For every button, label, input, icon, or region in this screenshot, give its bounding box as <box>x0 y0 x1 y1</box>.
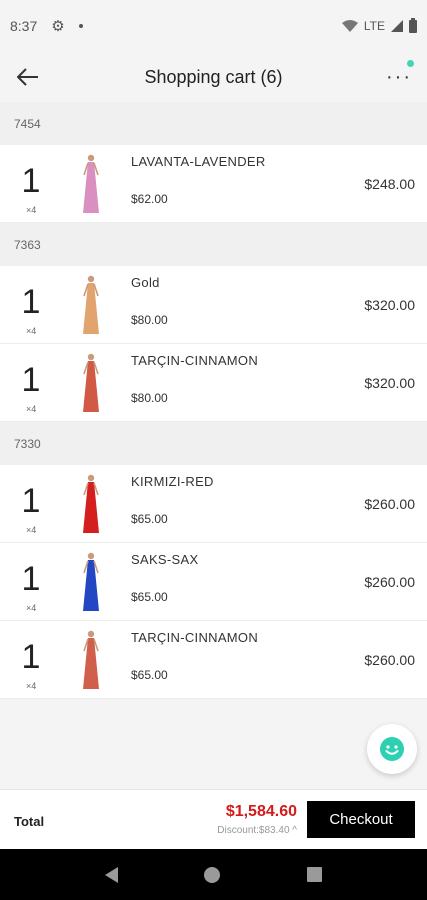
gear-icon: ⚙ <box>51 18 65 35</box>
cart-item[interactable]: 1 ×4 KIRMIZI-RED $65.00 $260.00 <box>0 465 427 543</box>
dress-image <box>83 630 99 689</box>
dress-image <box>83 474 99 533</box>
dress-image <box>83 353 99 412</box>
product-info: KIRMIZI-RED $65.00 <box>120 465 364 542</box>
line-total: $260.00 <box>364 651 415 668</box>
product-info: LAVANTA-LAVENDER $62.00 <box>120 145 364 222</box>
product-name: KIRMIZI-RED <box>131 474 214 489</box>
dress-image <box>83 154 99 213</box>
group-header: 7454 <box>0 102 427 145</box>
quantity-multiplier: ×4 <box>26 205 37 215</box>
quantity-multiplier: ×4 <box>26 404 37 414</box>
product-name: SAKS-SAX <box>131 552 199 567</box>
more-options-button[interactable]: ··· <box>371 52 427 102</box>
battery-icon <box>409 17 417 33</box>
unit-price: $65.00 <box>131 512 168 526</box>
product-image[interactable] <box>62 543 120 620</box>
product-image[interactable] <box>62 465 120 542</box>
product-info: TARÇIN-CINNAMON $80.00 <box>120 344 364 421</box>
page-title: Shopping cart (6) <box>144 66 283 87</box>
quantity[interactable]: 1 ×4 <box>0 465 62 542</box>
status-time: 8:37 <box>10 18 38 34</box>
dress-image <box>83 552 99 611</box>
cart-item[interactable]: 1 ×4 TARÇIN-CINNAMON $80.00 $320.00 <box>0 344 427 422</box>
wifi-icon <box>341 20 358 32</box>
quantity-value: 1 <box>21 559 41 598</box>
chat-button[interactable] <box>367 724 417 774</box>
dress-image <box>83 275 99 334</box>
discount-toggle[interactable]: Discount:$83.40 ^ <box>217 825 297 836</box>
checkout-button[interactable]: Checkout <box>307 801 415 838</box>
more-dots-icon: ··· <box>386 65 412 88</box>
quantity[interactable]: 1 ×4 <box>0 543 62 620</box>
product-image[interactable] <box>62 266 120 343</box>
total-summary: $1,584.60 Discount:$83.40 ^ <box>217 803 297 836</box>
arrow-left-icon <box>17 68 38 86</box>
quantity[interactable]: 1 ×4 <box>0 621 62 698</box>
network-type: LTE <box>363 19 385 33</box>
total-label: Total <box>14 814 45 829</box>
quantity[interactable]: 1 ×4 <box>0 344 62 421</box>
quantity-multiplier: ×4 <box>26 681 37 691</box>
notification-dot-icon <box>78 24 83 28</box>
product-name: Gold <box>131 275 160 290</box>
quantity[interactable]: 1 ×4 <box>0 266 62 343</box>
unit-price: $62.00 <box>131 192 168 206</box>
product-name: TARÇIN-CINNAMON <box>131 353 259 368</box>
line-total: $320.00 <box>364 374 415 391</box>
nav-home-icon[interactable] <box>204 866 221 883</box>
quantity-value: 1 <box>21 360 41 399</box>
unit-price: $65.00 <box>131 590 168 604</box>
cart-list: 7454 1 ×4 LAVANTA-LAVENDER $62.00 $248.0… <box>0 102 427 699</box>
cart-item[interactable]: 1 ×4 LAVANTA-LAVENDER $62.00 $248.00 <box>0 145 427 223</box>
unit-price: $80.00 <box>131 391 168 405</box>
cart-item[interactable]: 1 ×4 TARÇIN-CINNAMON $65.00 $260.00 <box>0 621 427 699</box>
cart-item[interactable]: 1 ×4 Gold $80.00 $320.00 <box>0 266 427 344</box>
group-header: 7363 <box>0 223 427 266</box>
group-header: 7330 <box>0 422 427 465</box>
product-info: SAKS-SAX $65.00 <box>120 543 364 620</box>
quantity-multiplier: ×4 <box>26 525 37 535</box>
nav-recents-icon[interactable] <box>306 867 322 882</box>
app-bar: Shopping cart (6) ··· <box>0 52 427 102</box>
quantity-value: 1 <box>21 282 41 321</box>
line-total: $320.00 <box>364 296 415 313</box>
unit-price: $65.00 <box>131 668 168 682</box>
cart-item[interactable]: 1 ×4 SAKS-SAX $65.00 $260.00 <box>0 543 427 621</box>
total-value: $1,584.60 <box>225 803 297 820</box>
nav-back-icon[interactable] <box>105 866 119 883</box>
system-nav-bar <box>0 849 427 900</box>
product-image[interactable] <box>62 145 120 222</box>
status-bar: 8:37 ⚙ LTE <box>0 0 427 52</box>
quantity-value: 1 <box>21 481 41 520</box>
notification-badge <box>407 60 414 67</box>
quantity-multiplier: ×4 <box>26 326 37 336</box>
line-total: $260.00 <box>364 573 415 590</box>
product-image[interactable] <box>62 621 120 698</box>
quantity[interactable]: 1 ×4 <box>0 145 62 222</box>
product-info: Gold $80.00 <box>120 266 364 343</box>
product-info: TARÇIN-CINNAMON $65.00 <box>120 621 364 698</box>
product-name: TARÇIN-CINNAMON <box>131 630 259 645</box>
product-name: LAVANTA-LAVENDER <box>131 154 266 169</box>
checkout-bar: Total $1,584.60 Discount:$83.40 ^ Checko… <box>0 789 427 849</box>
unit-price: $80.00 <box>131 313 168 327</box>
line-total: $260.00 <box>364 495 415 512</box>
quantity-value: 1 <box>21 161 41 200</box>
smiley-chat-icon <box>380 737 404 761</box>
line-total: $248.00 <box>364 175 415 192</box>
signal-icon <box>391 20 403 32</box>
back-button[interactable] <box>0 52 56 102</box>
quantity-value: 1 <box>21 637 41 676</box>
quantity-multiplier: ×4 <box>26 603 37 613</box>
product-image[interactable] <box>62 344 120 421</box>
